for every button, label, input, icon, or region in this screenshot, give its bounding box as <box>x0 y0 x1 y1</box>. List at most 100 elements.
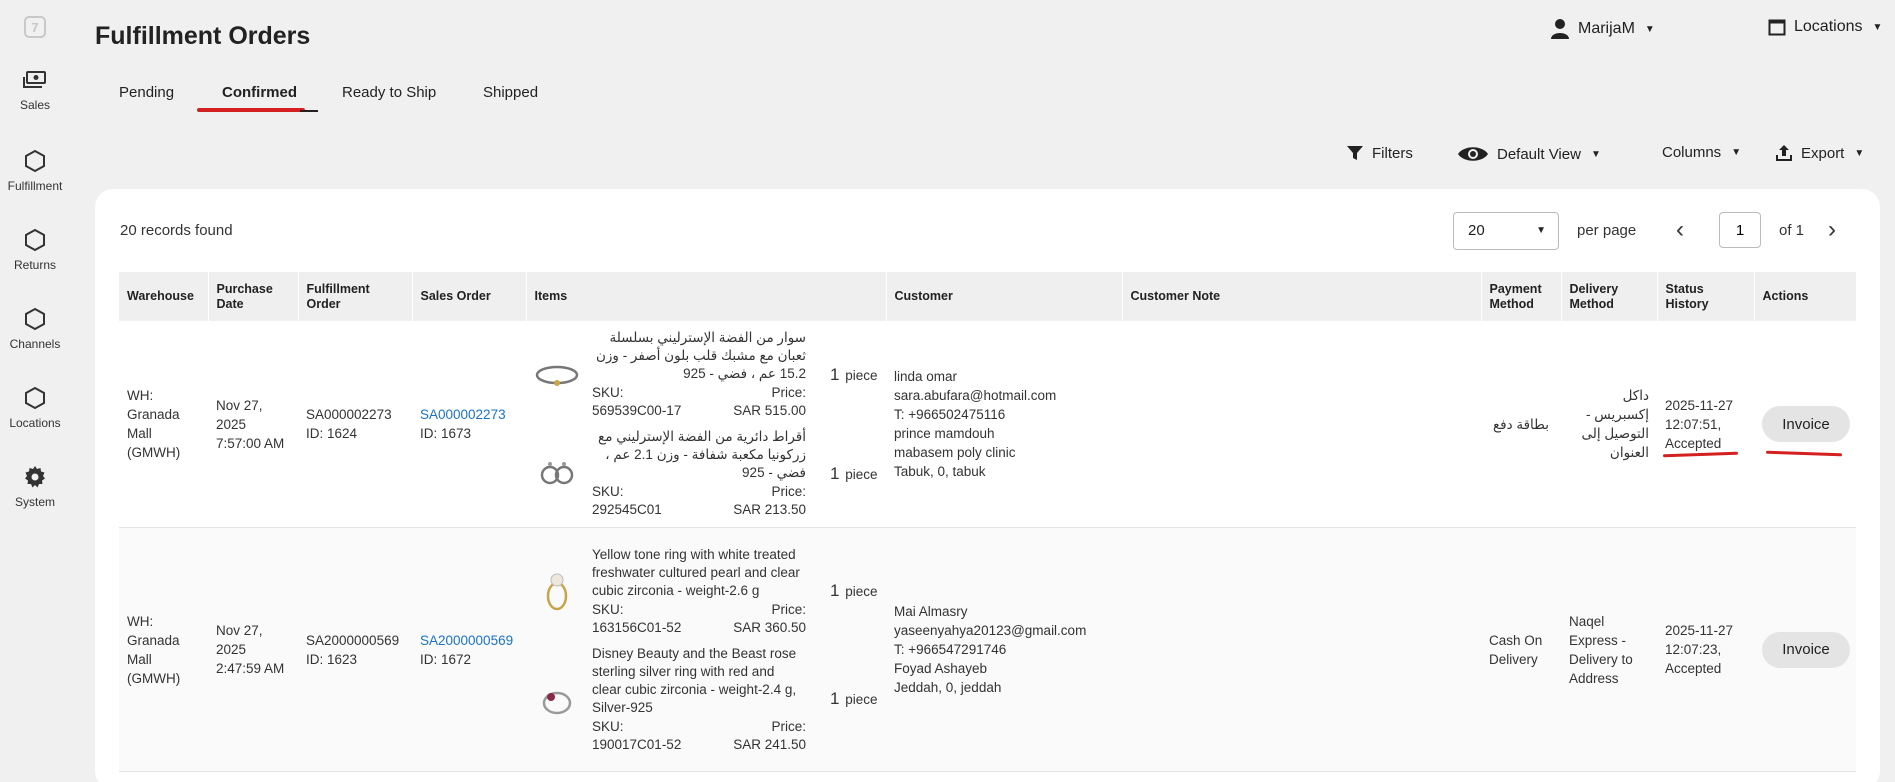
hexagon-icon <box>25 228 45 252</box>
tab-ready-to-ship[interactable]: Ready to Ship <box>342 84 436 101</box>
table-row[interactable]: WH: Granada Mall (GMWH) Nov 27, 2025 2:4… <box>119 527 1856 772</box>
column-header-delivery-method[interactable]: Delivery Method <box>1561 272 1658 321</box>
export-button[interactable]: Export ▼ <box>1775 144 1864 162</box>
sidebar: 7 Sales Fulfillment Returns Channels Loc… <box>0 0 70 782</box>
customer-cell: linda omar sara.abufara@hotmail.com T: +… <box>886 321 1122 528</box>
column-header-purchase-date[interactable]: Purchase Date <box>208 272 299 321</box>
purchase-date-cell: Nov 27, 2025 2:47:59 AM <box>208 527 298 772</box>
sidebar-item-returns[interactable]: Returns <box>0 228 70 272</box>
columns-label: Columns <box>1662 144 1722 161</box>
list-item: أقراط دائرية من الفضة الإسترليني مع زركو… <box>532 428 880 519</box>
list-item: سوار من الفضة الإسترليني بسلسلة ثعبان مع… <box>532 329 880 420</box>
sidebar-item-label: Locations <box>9 416 61 430</box>
customer-note-cell <box>1122 321 1481 528</box>
invoice-button[interactable]: Invoice <box>1762 406 1850 442</box>
customer-phone: T: +966502475116 <box>894 407 1006 422</box>
sku-label: SKU: <box>592 601 624 617</box>
table-row[interactable]: WH: Granada Mall (GMWH) Nov 27, 2025 7:5… <box>119 321 1856 528</box>
item-name: Disney Beauty and the Beast rose sterlin… <box>592 645 797 715</box>
user-menu[interactable]: MarijaM ▼ <box>1550 18 1655 40</box>
items-cell: Yellow tone ring with white treated fres… <box>526 527 886 772</box>
orders-table: Warehouse Purchase Date Fulfillment Orde… <box>119 272 1857 772</box>
tab-shipped[interactable]: Shipped <box>483 84 538 101</box>
quantity-value: 1 <box>830 463 840 483</box>
price-label: Price: <box>771 601 806 617</box>
columns-button[interactable]: Columns ▼ <box>1662 144 1741 161</box>
tab-confirmed[interactable]: Confirmed <box>222 84 297 101</box>
chevron-down-icon: ▼ <box>1872 21 1883 33</box>
chevron-down-icon: ▼ <box>1536 225 1546 236</box>
sidebar-item-label: Sales <box>19 98 51 112</box>
chevron-down-icon: ▼ <box>1731 147 1742 158</box>
customer-name: Mai Almasry <box>894 604 968 619</box>
item-sku: 163156C01-52 <box>592 619 682 635</box>
locations-label: Locations <box>1794 18 1863 35</box>
column-header-sales-order[interactable]: Sales Order <box>412 272 527 321</box>
filter-icon <box>1347 146 1363 160</box>
column-header-warehouse[interactable]: Warehouse <box>119 272 209 321</box>
user-icon <box>1551 19 1569 39</box>
product-image <box>532 566 582 616</box>
per-page-select[interactable]: 20 ▼ <box>1453 212 1559 250</box>
customer-email: sara.abufara@hotmail.com <box>894 388 1057 403</box>
warehouse-cell: WH: Granada Mall (GMWH) <box>119 321 208 528</box>
per-page-value: 20 <box>1468 222 1485 239</box>
filters-button[interactable]: Filters <box>1346 144 1413 162</box>
next-page-button[interactable]: › <box>1828 216 1836 244</box>
sidebar-item-locations[interactable]: Locations <box>0 386 70 430</box>
sidebar-item-system[interactable]: System <box>0 465 70 509</box>
filters-label: Filters <box>1372 144 1413 162</box>
sidebar-item-channels[interactable]: Channels <box>0 307 70 351</box>
sales-order-id: ID: 1673 <box>420 426 472 441</box>
prev-page-button[interactable]: ‹ <box>1676 216 1684 244</box>
item-sku: 569539C00-17 <box>592 403 682 418</box>
sales-order-link[interactable]: SA2000000569 <box>420 633 513 648</box>
sales-order-link[interactable]: SA000002273 <box>420 407 506 422</box>
delivery-method-cell: Naqel Express - Delivery to Address <box>1561 527 1657 772</box>
upload-icon <box>1776 145 1792 161</box>
tab-pending[interactable]: Pending <box>119 84 174 101</box>
sidebar-item-fulfillment[interactable]: Fulfillment <box>0 149 70 193</box>
column-header-payment-method[interactable]: Payment Method <box>1481 272 1562 321</box>
item-quantity: 1 piece <box>830 365 878 385</box>
locations-menu[interactable]: Locations ▼ <box>1768 18 1882 36</box>
actions-cell: Invoice <box>1754 527 1856 772</box>
quantity-unit: piece <box>845 367 878 383</box>
delivery-method-cell: داكل إكسبريس - التوصيل إلى العنوان <box>1561 321 1657 528</box>
customer-address-line: prince mamdouh <box>894 426 995 441</box>
price-label: Price: <box>771 484 806 499</box>
table-header-row: Warehouse Purchase Date Fulfillment Orde… <box>119 272 1857 321</box>
window-icon <box>1768 19 1786 36</box>
fulfillment-order-id: ID: 1624 <box>306 426 358 441</box>
item-name: أقراط دائرية من الفضة الإسترليني مع زركو… <box>598 429 806 480</box>
payment-method-cell: Cash On Delivery <box>1481 527 1561 772</box>
hexagon-icon <box>25 307 45 331</box>
sidebar-item-sales[interactable]: Sales <box>0 70 70 112</box>
customer-address-line: Jeddah, 0, jeddah <box>894 680 1002 695</box>
customer-address-line: mabasem poly clinic <box>894 445 1016 460</box>
column-header-customer[interactable]: Customer <box>886 272 1123 321</box>
default-view-button[interactable]: Default View ▼ <box>1457 144 1601 164</box>
item-quantity: 1 piece <box>830 464 878 484</box>
invoice-button[interactable]: Invoice <box>1762 631 1850 668</box>
column-header-status-history[interactable]: Status History <box>1657 272 1755 321</box>
item-price: SAR 241.50 <box>733 736 806 752</box>
sidebar-item-label: Channels <box>9 337 61 351</box>
view-label: Default View <box>1497 145 1581 163</box>
page-count: of 1 <box>1779 222 1805 239</box>
fulfillment-order-cell: SA000002273 ID: 1624 <box>298 321 412 528</box>
user-name: MarijaM <box>1578 20 1635 37</box>
quantity-value: 1 <box>830 364 840 384</box>
sku-label: SKU: <box>592 718 624 734</box>
column-header-fulfillment-order[interactable]: Fulfillment Order <box>298 272 413 321</box>
item-name: سوار من الفضة الإسترليني بسلسلة ثعبان مع… <box>595 330 806 381</box>
customer-note-cell <box>1122 527 1481 772</box>
item-quantity: 1 piece <box>830 581 878 601</box>
column-header-customer-note[interactable]: Customer Note <box>1122 272 1482 321</box>
page-input[interactable] <box>1719 212 1761 248</box>
quantity-value: 1 <box>830 581 840 600</box>
active-tab-indicator <box>300 110 318 112</box>
column-header-items[interactable]: Items <box>526 272 887 321</box>
item-price: SAR 213.50 <box>733 502 806 517</box>
sidebar-item-label: System <box>14 495 55 509</box>
